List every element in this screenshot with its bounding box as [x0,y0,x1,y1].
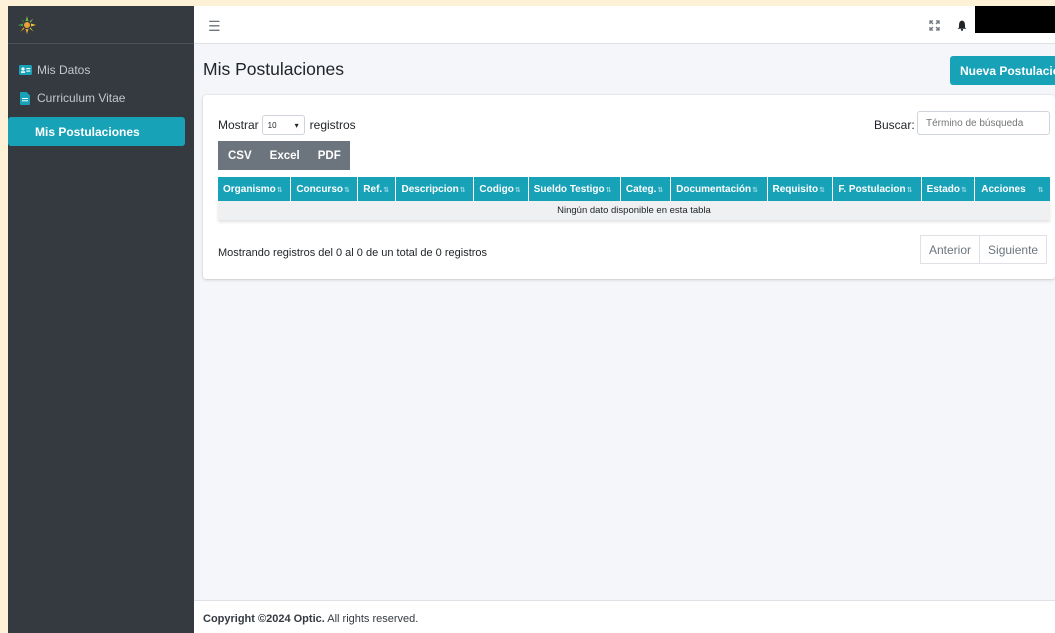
sort-icon: ⇅ [819,186,825,194]
main-content: Mis Postulaciones Nueva Postulación Most… [194,44,1055,633]
sidebar: Mis Datos Curriculum Vitae Mis Postulaci… [8,6,194,633]
logo-icon [18,15,36,34]
show-label: Mostrar [218,118,259,132]
sidebar-item-label: Curriculum Vitae [37,91,126,105]
sort-icon: ⇅ [752,186,759,194]
app-frame: Mis Datos Curriculum Vitae Mis Postulaci… [8,6,1055,633]
expand-icon[interactable] [929,18,940,36]
export-excel-button[interactable]: Excel [260,141,309,170]
bell-icon[interactable] [957,18,967,36]
file-icon [18,91,32,105]
sidebar-item-mis-postulaciones[interactable]: Mis Postulaciones [8,117,185,146]
sort-icon: ⇅ [657,186,664,194]
empty-table-message: Ningún dato disponible en esta tabla [218,201,1050,220]
column-header-sueldo-testigo[interactable]: Sueldo Testigo⇅ [528,177,621,201]
next-page-button[interactable]: Siguiente [980,235,1048,264]
page-length-control: Mostrar 10 ▾ registros [218,115,356,135]
applications-card: Mostrar 10 ▾ registros Buscar: CSV Excel… [203,95,1055,279]
page-length-select[interactable]: 10 ▾ [261,115,305,135]
previous-page-button[interactable]: Anterior [920,235,981,264]
sort-icon: ⇅ [276,186,283,194]
column-header-requisito[interactable]: Requisito⇅ [767,177,834,201]
column-header-codigo[interactable]: Codigo⇅ [473,177,529,201]
copyright-text: Copyright ©2024 Optic. [203,613,325,625]
pagination: Anterior Siguiente [920,235,1048,264]
column-header-organismo[interactable]: Organismo⇅ [218,177,292,201]
column-header-f-postulacion[interactable]: F. Postulacion⇅ [832,177,922,201]
hamburger-icon[interactable]: ☰ [208,18,221,35]
sidebar-item-label: Mis Datos [37,63,91,77]
sort-icon: ⇅ [605,186,612,194]
column-header-ref[interactable]: Ref.⇅ [357,177,397,201]
search-label: Buscar: [874,118,915,132]
export-pdf-button[interactable]: PDF [308,141,350,170]
pagination-info: Mostrando registros del 0 al 0 de un tot… [218,247,488,259]
sort-icon: ⇅ [906,186,913,194]
sidebar-item-curriculum[interactable]: Curriculum Vitae [8,84,194,112]
user-menu[interactable] [975,6,1055,33]
topbar: ☰ [194,6,1055,44]
table-header-row: Organismo⇅ Concurso⇅ Ref.⇅ Descripcion⇅ … [218,177,1050,201]
page-length-value: 10 [267,120,277,130]
column-header-acciones[interactable]: Acciones ⇅ [974,177,1050,201]
column-header-descripcion[interactable]: Descripcion⇅ [395,177,475,201]
new-application-button[interactable]: Nueva Postulación [950,56,1055,85]
records-label: registros [309,118,356,132]
rights-text: All rights reserved. [327,613,419,625]
sidebar-item-label: Mis Postulaciones [35,124,140,139]
sidebar-item-mis-datos[interactable]: Mis Datos [8,56,194,84]
column-header-concurso[interactable]: Concurso⇅ [290,177,359,201]
sort-icon: ⇅ [459,186,466,194]
sort-icon: ⇅ [383,186,390,194]
export-buttons: CSV Excel PDF [218,141,350,170]
footer: Copyright ©2024 Optic. All rights reserv… [194,600,1055,633]
brand-logo[interactable] [8,6,194,44]
column-header-categ[interactable]: Categ.⇅ [620,177,672,201]
sort-icon: ⇅ [961,186,967,194]
sort-icon: ⇅ [343,186,350,194]
search-input[interactable] [917,111,1050,135]
page-title: Mis Postulaciones [203,59,345,79]
sort-icon: ⇅ [514,186,521,194]
sort-updown-icon: ▾ [294,120,299,130]
column-header-documentacion[interactable]: Documentación⇅ [670,177,768,201]
id-card-icon [18,63,32,77]
sort-icon: ⇅ [1037,186,1044,194]
applications-table: Organismo⇅ Concurso⇅ Ref.⇅ Descripcion⇅ … [218,177,1050,220]
table-row: Ningún dato disponible en esta tabla [218,201,1050,220]
sidebar-nav: Mis Datos Curriculum Vitae Mis Postulaci… [8,44,194,146]
export-csv-button[interactable]: CSV [218,141,261,170]
column-header-estado[interactable]: Estado⇅ [921,177,975,201]
